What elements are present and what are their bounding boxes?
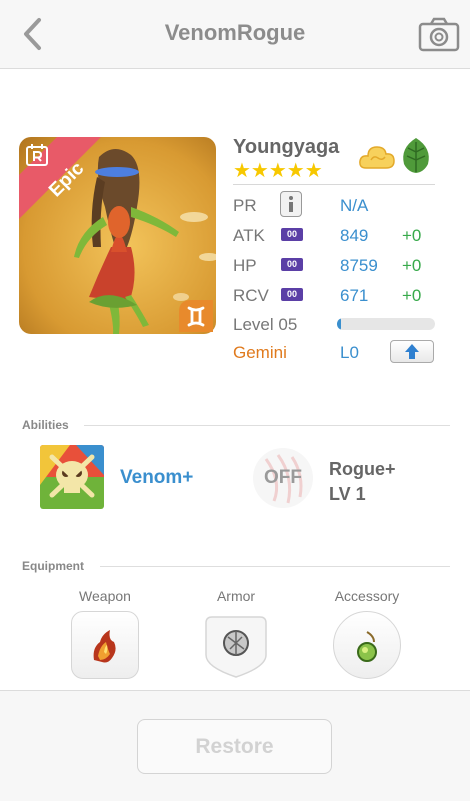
hp-value: 8759 — [340, 256, 378, 275]
info-icon[interactable] — [280, 191, 302, 217]
leaf-icon — [398, 136, 434, 174]
atk-badge: 00 — [281, 228, 303, 241]
zodiac-label: Gemini — [233, 343, 287, 362]
pr-label: PR — [233, 196, 257, 215]
pr-value: N/A — [340, 196, 369, 215]
abilities-section-title: Abilities — [22, 418, 69, 432]
venom-skill-icon[interactable] — [40, 445, 104, 509]
rcv-badge: 00 — [281, 288, 303, 301]
accessory-icon — [357, 631, 377, 662]
rogue-skill-icon[interactable]: OFF — [252, 447, 314, 509]
accessory-slot[interactable] — [333, 611, 401, 679]
armor-label: Armor — [216, 588, 256, 604]
star-rating: ★★★★★ — [233, 160, 323, 182]
camera-icon — [418, 17, 460, 52]
weapon-icon — [93, 630, 116, 663]
zodiac-level: L0 — [340, 343, 359, 362]
atk-label: ATK — [233, 226, 265, 245]
hp-label: HP — [233, 256, 257, 275]
rogue-skill-level: LV 1 — [329, 484, 366, 504]
arrow-up-icon — [405, 344, 419, 359]
page-title: VenomRogue — [164, 20, 306, 45]
venom-skill-label: Venom+ — [120, 467, 194, 488]
armor-icon — [223, 630, 249, 656]
rcv-label: RCV — [233, 286, 269, 305]
level-progress-fill — [337, 318, 341, 330]
armor-slot[interactable] — [202, 611, 270, 679]
restore-button[interactable]: Restore — [137, 719, 332, 774]
character-name: Youngyaga — [233, 136, 340, 158]
camera-button[interactable] — [418, 16, 460, 52]
abilities-divider — [84, 425, 450, 426]
level-label: Level 05 — [233, 315, 298, 334]
hp-badge: 00 — [281, 258, 303, 271]
atk-value: 849 — [340, 226, 369, 245]
weapon-slot[interactable] — [71, 611, 139, 679]
cloud-icon — [358, 140, 396, 174]
rogue-skill-name: Rogue+ — [329, 459, 396, 479]
hp-bonus: +0 — [402, 256, 422, 275]
accessory-label: Accessory — [334, 588, 400, 604]
name-divider — [233, 184, 435, 185]
rogue-skill-label: Rogue+ LV 1 — [329, 457, 396, 507]
equipment-divider — [100, 566, 450, 567]
rarity-r-icon — [25, 143, 49, 167]
weapon-label: Weapon — [79, 588, 131, 604]
rcv-bonus: +0 — [402, 286, 422, 305]
level-progress-bar — [337, 318, 435, 330]
rogue-skill-state: OFF — [264, 467, 302, 488]
rcv-value: 671 — [340, 286, 369, 305]
gemini-icon — [179, 300, 213, 332]
atk-bonus: +0 — [402, 226, 422, 245]
equipment-section-title: Equipment — [22, 559, 84, 573]
zodiac-upgrade-button[interactable] — [390, 340, 434, 363]
